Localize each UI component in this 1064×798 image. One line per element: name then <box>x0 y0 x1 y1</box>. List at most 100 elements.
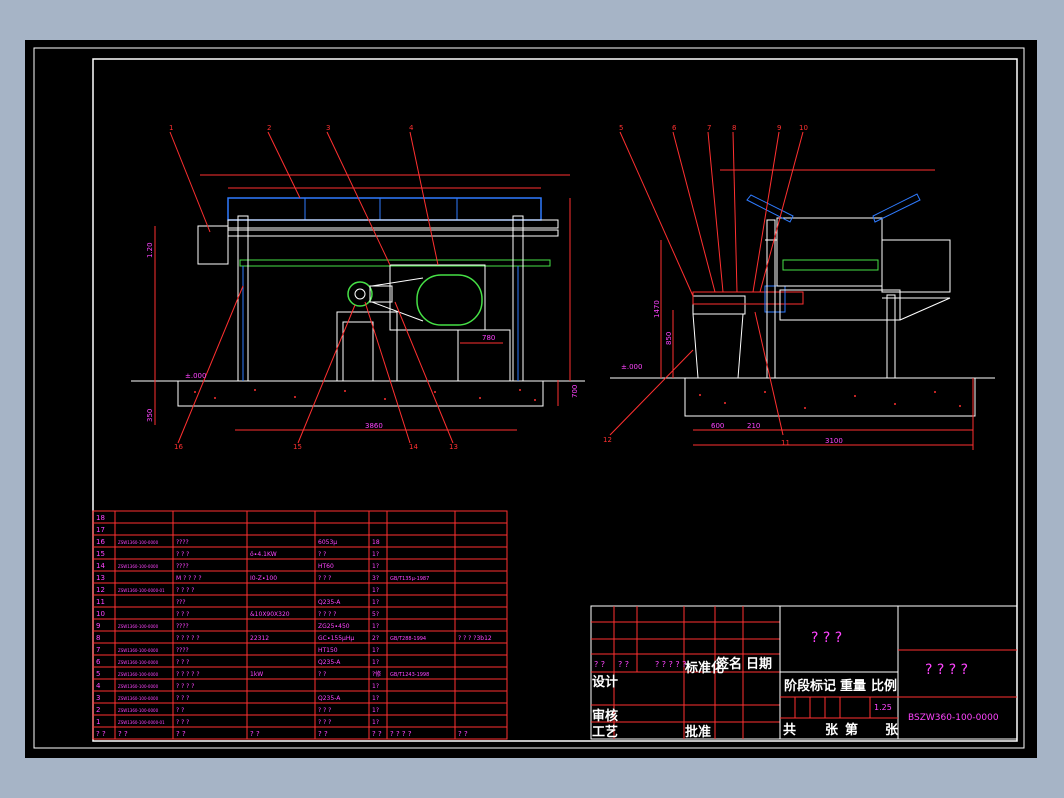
bom-cell-name: ???? <box>176 563 189 570</box>
part-label-3: 3 <box>326 124 330 132</box>
dim-side-ground: ±.000 <box>621 363 642 371</box>
bom-cell-qty: 18 <box>372 539 380 546</box>
bom-cell-qty: 1? <box>372 707 379 714</box>
bom-cell-mat: ? ? ? <box>318 719 331 726</box>
bom-cell-name: ? ? ? <box>176 719 189 726</box>
tb-sheet2: 张 <box>885 723 899 738</box>
tb-drawing-name: ? ? ? ? <box>925 662 968 678</box>
bom-cell-name: ? ? ? <box>176 695 189 702</box>
bom-cell-note: ? ? ? ?3b12 <box>458 635 492 642</box>
bom-cell-qty: 1? <box>372 599 379 606</box>
bom-header-note: ? ? <box>458 730 468 738</box>
bom-table: 181716 ZSW1360-100-0000???? 6053µ 1815? ? ?… <box>92 510 508 740</box>
tb-design: 设计 <box>592 674 618 690</box>
bom-cell-name: ? ? ? ? ? <box>176 671 200 678</box>
tb-mark-3: ? ? ? ? ? <box>655 660 686 669</box>
bom-cell-no: 5 <box>96 670 100 678</box>
part-label-8: 8 <box>732 124 736 132</box>
tb-date: 日期 <box>746 657 772 672</box>
dim-front-left-h: 1.20 <box>146 242 154 258</box>
bom-cell-no: 2 <box>96 706 100 714</box>
bom-cell-mat: HT60 <box>318 563 334 570</box>
front-view <box>131 131 585 444</box>
bom-cell-std: GB/T1243-1998 <box>390 672 429 678</box>
bom-cell-code: ZSW1360-100-0000-01 <box>118 588 165 593</box>
bom-cell-spec: ö∙4.1KW <box>250 551 277 558</box>
tb-sign: 签名 <box>715 656 742 672</box>
bom-cell-no: 6 <box>96 658 101 666</box>
bom-cell-code: ZSW1360-100-0000 <box>118 660 159 665</box>
bom-header-std: ? ? ? ? <box>390 730 412 738</box>
part-label-5: 5 <box>619 124 623 132</box>
part-label-6: 6 <box>672 124 677 132</box>
bom-cell-no: 3 <box>96 694 100 702</box>
bom-cell-spec: I0-Z∙100 <box>250 575 277 582</box>
dim-side-3100: 3100 <box>825 437 843 445</box>
bom-cell-no: 7 <box>96 646 100 654</box>
tb-review: 审核 <box>592 708 618 724</box>
part-label-12: 12 <box>603 436 612 444</box>
dim-front-width: 3860 <box>365 422 383 430</box>
bom-cell-no: 17 <box>96 526 105 534</box>
bom-cell-no: 13 <box>96 574 105 582</box>
bom-cell-no: 15 <box>96 550 105 558</box>
bom-cell-std: GB/T135µ-1987 <box>390 576 429 582</box>
bom-cell-code: ZSW1360-100-0000-01 <box>118 720 165 725</box>
tb-stage: 阶段标记 <box>784 678 836 694</box>
bom-cell-no: 16 <box>96 538 105 546</box>
bom-cell-name: ???? <box>176 539 189 546</box>
part-label-11: 11 <box>781 439 790 447</box>
bom-cell-no: 14 <box>96 562 105 570</box>
bom-cell-name: ? ? ? <box>176 611 189 618</box>
bom-cell-no: 10 <box>96 610 105 618</box>
dim-side-1470: 1470 <box>653 300 661 318</box>
part-label-15: 15 <box>293 443 302 451</box>
bom-cell-name: ??? <box>176 599 186 606</box>
bom-cell-name: M ? ? ? ? <box>176 575 202 582</box>
part-label-4: 4 <box>409 124 414 132</box>
bom-cell-code: ZSW1360-100-0000 <box>118 672 159 677</box>
bom-cell-code: ZSW1360-100-0000 <box>118 684 159 689</box>
bom-cell-mat: 6053µ <box>318 539 337 546</box>
bom-cell-mat: ZG25∙450 <box>318 623 350 630</box>
bom-cell-code: ZSW1360-100-0000 <box>118 624 159 629</box>
bom-cell-code: ZSW1360-100-0000 <box>118 708 159 713</box>
dim-front-ground: ±.000 <box>185 372 206 380</box>
bom-cell-qty: 1? <box>372 647 379 654</box>
bom-cell-name: ? ? ? <box>176 659 189 666</box>
bom-cell-spec: 22312 <box>250 635 269 642</box>
bom-cell-qty: 1? <box>372 587 379 594</box>
bom-cell-std: GB/T288-1994 <box>390 636 426 642</box>
bom-cell-mat: Q235-A <box>318 599 341 606</box>
tb-drawing-no: BSZW360-100-0000 <box>908 713 999 723</box>
bom-cell-qty: 2? <box>372 635 379 642</box>
bom-cell-spec: 1kW <box>250 671 263 678</box>
tb-sheet: 张 <box>825 723 839 738</box>
tb-mark-1: ? ? <box>594 660 605 669</box>
part-label-7: 7 <box>707 124 711 132</box>
bom-cell-mat: HT150 <box>318 647 338 654</box>
bom-cell-qty: 1? <box>372 563 379 570</box>
bom-cell-mat: GC∙155µHµ <box>318 635 354 642</box>
bom-cell-qty: 1? <box>372 683 379 690</box>
bom-cell-no: 11 <box>96 598 105 606</box>
bom-cell-spec: &10X90X320 <box>250 611 290 618</box>
bom-header-code: ? ? <box>118 730 128 738</box>
part-label-13: 13 <box>449 443 458 451</box>
tb-total: 共 <box>783 722 796 738</box>
bom-cell-mat: Q235-A <box>318 695 341 702</box>
tb-mark-2: ? ? <box>618 660 629 669</box>
bom-cell-mat: ? ? <box>318 551 326 558</box>
bom-cell-mat: ? ? <box>318 671 326 678</box>
bom-cell-code: ZSW1360-100-0000 <box>118 564 159 569</box>
bom-cell-name: ???? <box>176 623 189 630</box>
tb-no: 第 <box>845 722 858 738</box>
bom-cell-mat: ? ? ? ? <box>318 611 336 618</box>
bom-cell-qty: 3? <box>372 575 379 582</box>
bom-cell-name: ? ? ? <box>176 551 189 558</box>
bom-cell-qty: 1? <box>372 695 379 702</box>
bom-cell-code: ZSW1360-100-0000 <box>118 540 159 545</box>
dim-side-600: 600 <box>711 422 724 430</box>
part-label-1: 1 <box>169 124 173 132</box>
part-label-9: 9 <box>777 124 781 132</box>
